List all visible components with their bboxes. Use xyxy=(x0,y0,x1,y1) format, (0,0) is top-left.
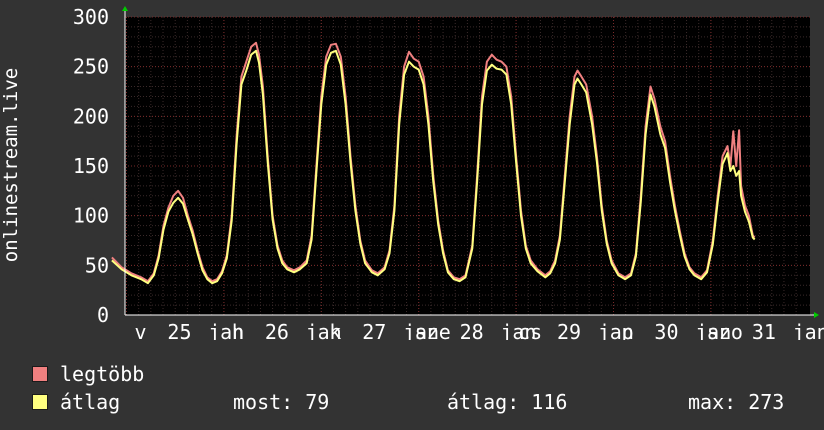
x-tick-label: v xyxy=(134,320,146,340)
y-tick-label: 250 xyxy=(73,55,109,79)
stat-max: max: 273 xyxy=(688,390,785,414)
legend-swatch-atlag xyxy=(32,394,48,410)
x-tick-label: 25 xyxy=(167,320,191,340)
x-axis-arrow xyxy=(814,312,819,318)
x-tick-label: 27 xyxy=(362,320,386,340)
x-tick-label: h xyxy=(232,320,244,340)
legend-item-atlag: átlag xyxy=(32,390,121,414)
x-tick-label: jan xyxy=(793,320,824,340)
y-tick-label: 300 xyxy=(73,5,109,29)
y-tick-label: 100 xyxy=(73,204,109,228)
legend-item-legtobb: legtöbb xyxy=(32,362,145,386)
x-tick-label: 30 xyxy=(654,320,678,340)
x-tick-label: 31 xyxy=(752,320,776,340)
x-tick-label: 26 xyxy=(265,320,289,340)
x-tick-label: 28 xyxy=(460,320,484,340)
x-tick-label: 29 xyxy=(557,320,581,340)
y-axis-arrow xyxy=(122,6,128,11)
legend-label-atlag: átlag xyxy=(60,390,121,414)
x-tick-label: cs xyxy=(518,320,542,340)
legend-swatch-legtobb xyxy=(32,366,48,382)
stat-current: most: 79 xyxy=(233,390,330,414)
x-tick-label: szo xyxy=(707,320,743,340)
legend-label-legtobb: legtöbb xyxy=(60,362,145,386)
y-tick-label: 150 xyxy=(73,154,109,178)
y-axis-label: onlinestream.live xyxy=(0,67,22,263)
x-tick-label: k xyxy=(329,320,341,340)
x-tick-label: sze xyxy=(415,320,451,340)
y-tick-label: 50 xyxy=(85,253,109,277)
y-tick-label: 0 xyxy=(97,303,109,327)
chart: 050100150200250300v 25 janh 26 jank 27 jansze 2… xyxy=(73,5,824,340)
stat-average: átlag: 116 xyxy=(447,390,568,414)
y-tick-label: 200 xyxy=(73,104,109,128)
x-tick-label: p xyxy=(621,320,633,340)
